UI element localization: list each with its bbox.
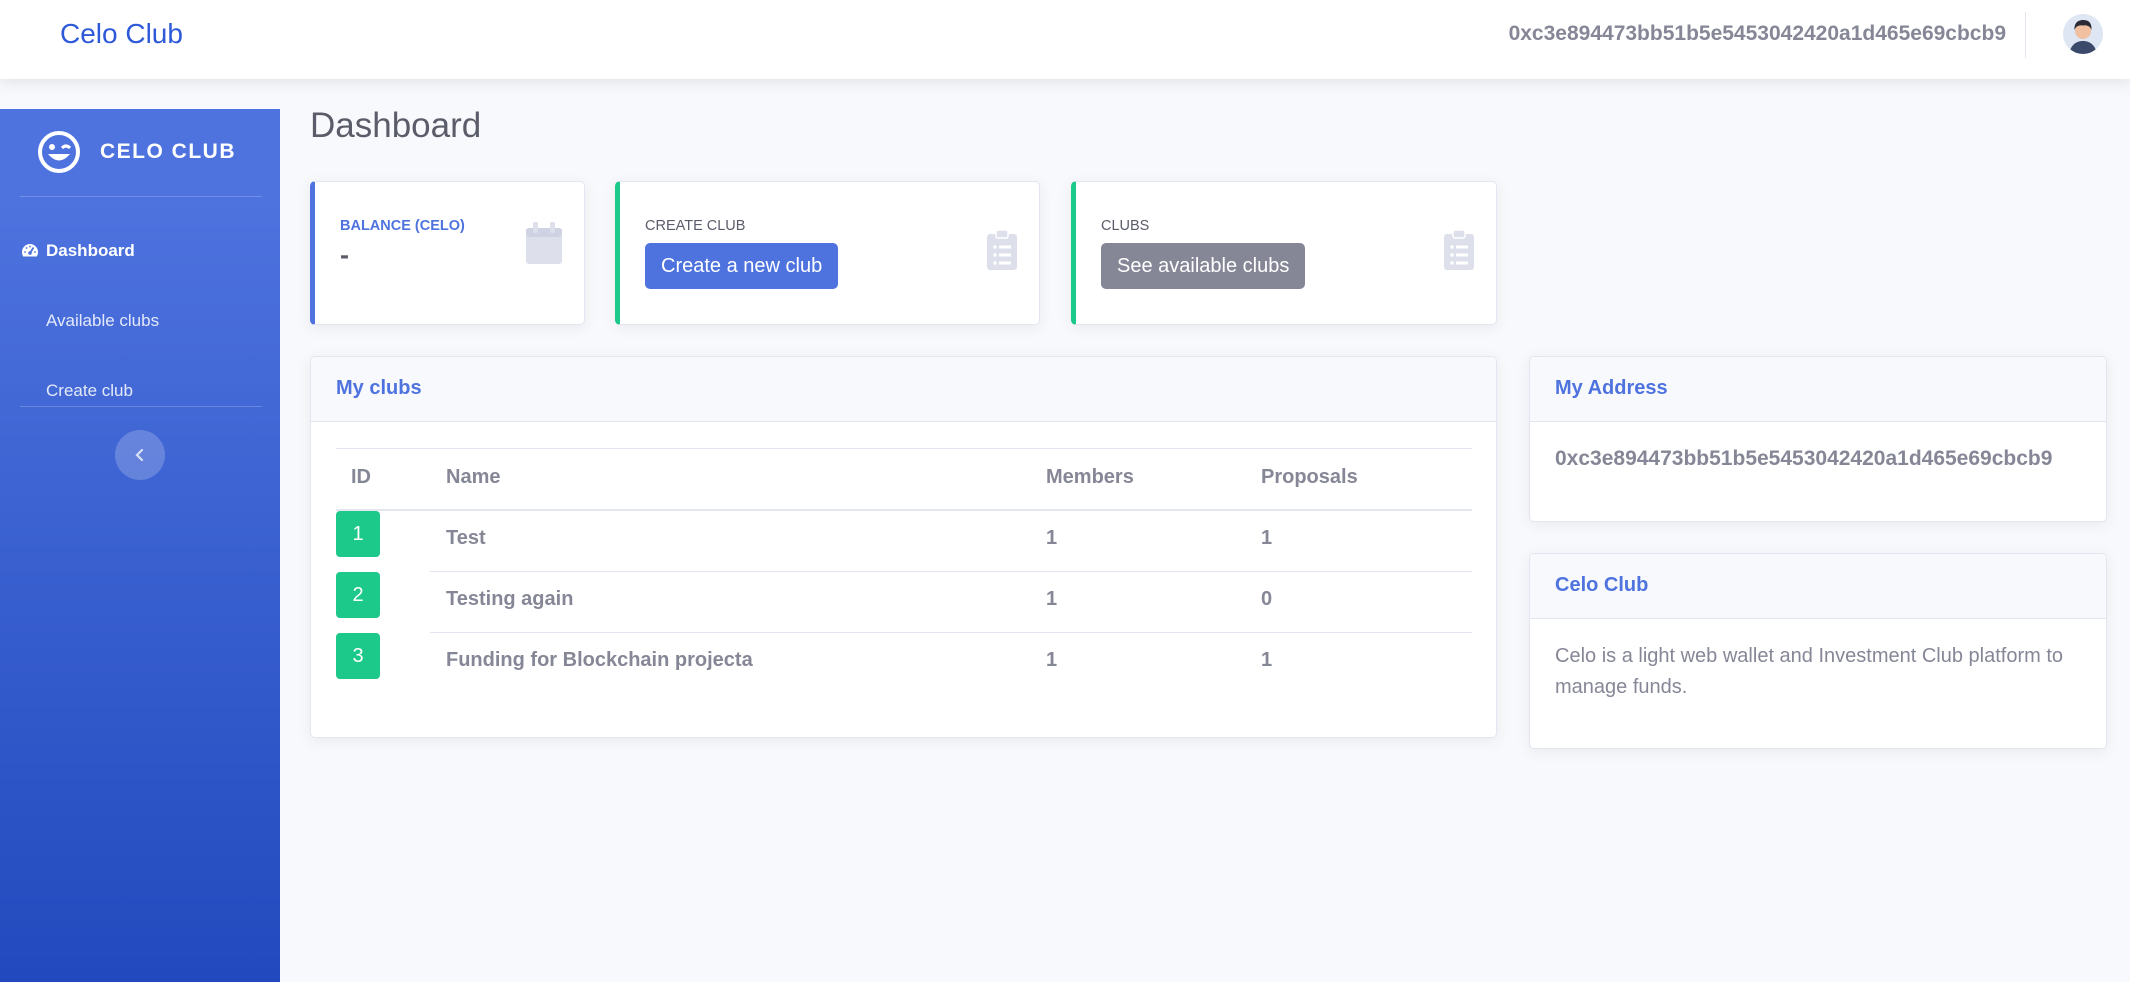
topbar-divider — [2025, 12, 2026, 58]
table-top-border — [336, 448, 1472, 449]
page-title: Dashboard — [310, 106, 482, 145]
table-row-border — [430, 571, 1472, 572]
my-clubs-header: My clubs — [311, 357, 1496, 422]
tachometer-icon — [21, 244, 39, 257]
about-title: Celo Club — [1555, 574, 1649, 596]
balance-card: BALANCE (CELO) - — [310, 181, 585, 325]
sidebar-brand-text: CELO CLUB — [100, 140, 236, 163]
wallet-address[interactable]: 0xc3e894473bb51b5e5453042420a1d465e69cbc… — [1509, 22, 2006, 46]
club-proposals: 1 — [1261, 649, 1273, 671]
sidebar-brand[interactable]: CELO CLUB — [38, 131, 268, 173]
about-header: Celo Club — [1530, 554, 2106, 619]
clubs-card: CLUBS See available clubs — [1071, 181, 1497, 325]
sidebar-item-label: Create club — [46, 381, 133, 400]
club-id-badge[interactable]: 3 — [336, 633, 380, 679]
my-clubs-title: My clubs — [336, 377, 422, 399]
table-row-border — [430, 632, 1472, 633]
user-avatar-icon — [2063, 14, 2103, 54]
my-address-header: My Address — [1530, 357, 2106, 422]
clipboard-list-icon — [987, 230, 1017, 270]
club-name[interactable]: Test — [446, 527, 486, 550]
club-id-badge[interactable]: 2 — [336, 572, 380, 618]
col-header-proposals: Proposals — [1261, 466, 1358, 488]
sidebar-divider — [20, 406, 262, 407]
sidebar-item-label: Available clubs — [46, 311, 160, 330]
col-header-name: Name — [446, 466, 501, 488]
laugh-wink-icon — [38, 131, 80, 173]
calendar-icon — [526, 222, 562, 264]
sidebar-item-available-clubs[interactable]: Available clubs — [46, 301, 286, 341]
my-address-value[interactable]: 0xc3e894473bb51b5e5453042420a1d465e69cbc… — [1555, 447, 2052, 471]
sidebar-item-label: Dashboard — [46, 241, 135, 260]
balance-label: BALANCE (CELO) — [340, 218, 465, 234]
my-clubs-card: My clubs ID Name Members Proposals 1 Tes… — [310, 356, 1497, 738]
col-header-id: ID — [351, 466, 371, 488]
see-available-clubs-button[interactable]: See available clubs — [1101, 243, 1306, 289]
club-name[interactable]: Testing again — [446, 588, 573, 611]
table-header-border — [336, 509, 1472, 511]
clubs-label: CLUBS — [1101, 218, 1150, 234]
club-proposals: 0 — [1261, 588, 1273, 610]
col-header-members: Members — [1046, 466, 1134, 488]
sidebar-divider — [20, 196, 262, 197]
sidebar-item-dashboard[interactable]: Dashboard — [20, 231, 260, 271]
club-members: 1 — [1046, 649, 1058, 671]
club-name[interactable]: Funding for Blockchain projecta — [446, 649, 753, 672]
club-proposals: 1 — [1261, 527, 1273, 549]
about-card: Celo Club Celo is a light web wallet and… — [1529, 553, 2107, 749]
sidebar-item-create-club[interactable]: Create club — [46, 371, 286, 411]
club-members: 1 — [1046, 527, 1058, 549]
user-avatar[interactable] — [2063, 14, 2103, 54]
my-address-title: My Address — [1555, 377, 1668, 399]
clipboard-list-icon — [1444, 230, 1474, 270]
balance-value: - — [340, 240, 349, 270]
navbar-brand[interactable]: Celo Club — [60, 18, 183, 50]
club-id-badge[interactable]: 1 — [336, 511, 380, 557]
my-address-card: My Address 0xc3e894473bb51b5e5453042420a… — [1529, 356, 2107, 522]
club-members: 1 — [1046, 588, 1058, 610]
chevron-left-icon — [135, 448, 144, 462]
about-text: Celo is a light web wallet and Investmen… — [1555, 645, 2064, 698]
create-club-label: CREATE CLUB — [645, 218, 746, 234]
topbar: Celo Club 0xc3e894473bb51b5e5453042420a1… — [0, 0, 2130, 79]
sidebar: CELO CLUB Dashboard Available clubs Crea… — [0, 109, 280, 982]
create-new-club-button[interactable]: Create a new club — [645, 243, 839, 289]
create-club-card: CREATE CLUB Create a new club — [615, 181, 1040, 325]
sidebar-toggle-button[interactable] — [115, 430, 165, 480]
